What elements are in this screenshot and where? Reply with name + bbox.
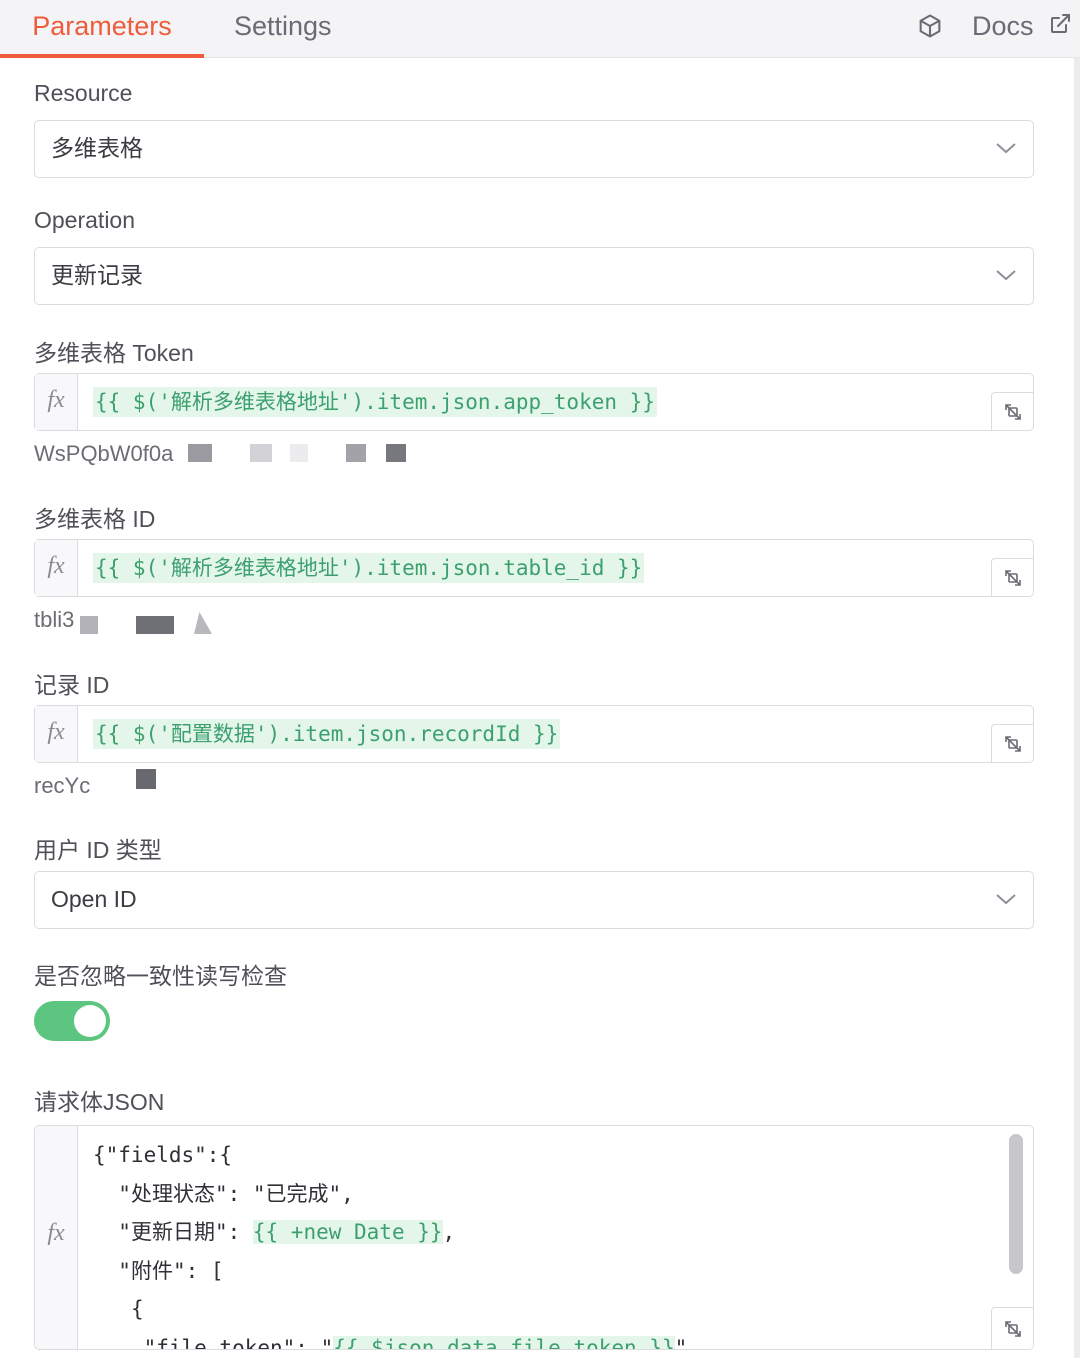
panel-tabbar: Parameters Settings Docs	[0, 0, 1080, 58]
code-line: {	[130, 1297, 144, 1321]
expand-editor-button[interactable]	[991, 1307, 1033, 1349]
redacted-block	[80, 616, 98, 634]
token-expression[interactable]: {{ $('解析多维表格地址').item.json.app_token }}	[93, 387, 657, 417]
cube-icon[interactable]	[916, 12, 944, 40]
redacted-block	[136, 769, 156, 789]
panel-scrollbar[interactable]	[1074, 58, 1080, 1358]
docs-link[interactable]: Docs	[972, 0, 1034, 52]
tab-settings[interactable]: Settings	[234, 0, 332, 58]
expand-icon	[1005, 404, 1021, 420]
body-json-editor[interactable]: fx {"fields":{ "处理状态": "已完成", "更新日期": {{…	[34, 1125, 1034, 1350]
operation-value: 更新记录	[51, 262, 143, 288]
redacted-block	[188, 444, 212, 462]
redacted-block	[290, 444, 308, 462]
body-json-label: 请求体JSON	[34, 1089, 165, 1115]
code-line: "处理状态": "已完成",	[118, 1181, 354, 1206]
tab-parameters[interactable]: Parameters	[0, 0, 204, 58]
record-id-expression-input[interactable]: fx {{ $('配置数据').item.json.recordId }}	[34, 705, 1034, 763]
expand-editor-button[interactable]	[991, 392, 1033, 430]
json-code-block[interactable]: {"fields":{ "处理状态": "已完成", "更新日期": {{ +n…	[93, 1136, 687, 1349]
resource-select[interactable]: 多维表格	[34, 120, 1034, 178]
fx-icon: fx	[35, 374, 78, 430]
ignore-consistency-toggle[interactable]	[34, 1001, 110, 1041]
json-editor-scrollbar[interactable]	[1009, 1134, 1023, 1274]
operation-select[interactable]: 更新记录	[34, 247, 1034, 305]
table-id-preview: tbli3	[34, 607, 75, 632]
token-label: 多维表格 Token	[34, 340, 194, 366]
record-id-expression[interactable]: {{ $('配置数据').item.json.recordId }}	[93, 719, 561, 749]
code-line: {"fields":{	[93, 1143, 233, 1167]
operation-label: Operation	[34, 207, 136, 233]
redacted-block	[136, 616, 174, 634]
code-line: "更新日期": {{ +new Date }},	[118, 1220, 456, 1244]
resource-value: 多维表格	[51, 135, 143, 161]
token-preview: WsPQbW0f0a	[34, 441, 174, 466]
code-line: "附件": [	[118, 1258, 224, 1283]
code-line: "file_token": "{{ $json.data.file_token …	[93, 1329, 687, 1349]
expand-icon	[1005, 570, 1021, 586]
redacted-block	[194, 612, 212, 634]
expand-editor-button[interactable]	[991, 724, 1033, 762]
table-id-expression[interactable]: {{ $('解析多维表格地址').item.json.table_id }}	[93, 553, 645, 583]
user-id-type-value: Open ID	[51, 886, 137, 912]
token-expression-input[interactable]: fx {{ $('解析多维表格地址').item.json.app_token …	[34, 373, 1034, 431]
fx-icon: fx	[35, 706, 78, 762]
resource-label: Resource	[34, 80, 133, 106]
expand-icon	[1005, 1321, 1021, 1337]
fx-icon: fx	[35, 540, 78, 596]
redacted-block	[386, 444, 406, 462]
ignore-consistency-label: 是否忽略一致性读写检查	[34, 963, 287, 989]
expand-editor-button[interactable]	[991, 558, 1033, 596]
chevron-down-icon	[996, 270, 1016, 281]
redacted-block	[250, 444, 272, 462]
inline-expression: {{ +new Date }}	[252, 1220, 443, 1244]
user-id-type-label: 用户 ID 类型	[34, 837, 162, 863]
chevron-down-icon	[996, 894, 1016, 905]
table-id-expression-input[interactable]: fx {{ $('解析多维表格地址').item.json.table_id }…	[34, 539, 1034, 597]
redacted-block	[346, 444, 366, 462]
record-id-label: 记录 ID	[34, 672, 110, 698]
record-id-preview: recYc	[34, 773, 91, 798]
chevron-down-icon	[996, 143, 1016, 154]
inline-expression: {{ $json.data.file_token }}	[333, 1335, 675, 1349]
user-id-type-select[interactable]: Open ID	[34, 871, 1034, 929]
external-link-icon[interactable]	[1048, 12, 1072, 36]
expand-icon	[1005, 736, 1021, 752]
table-id-label: 多维表格 ID	[34, 506, 156, 532]
toggle-knob	[74, 1005, 106, 1037]
fx-icon: fx	[35, 1126, 78, 1349]
